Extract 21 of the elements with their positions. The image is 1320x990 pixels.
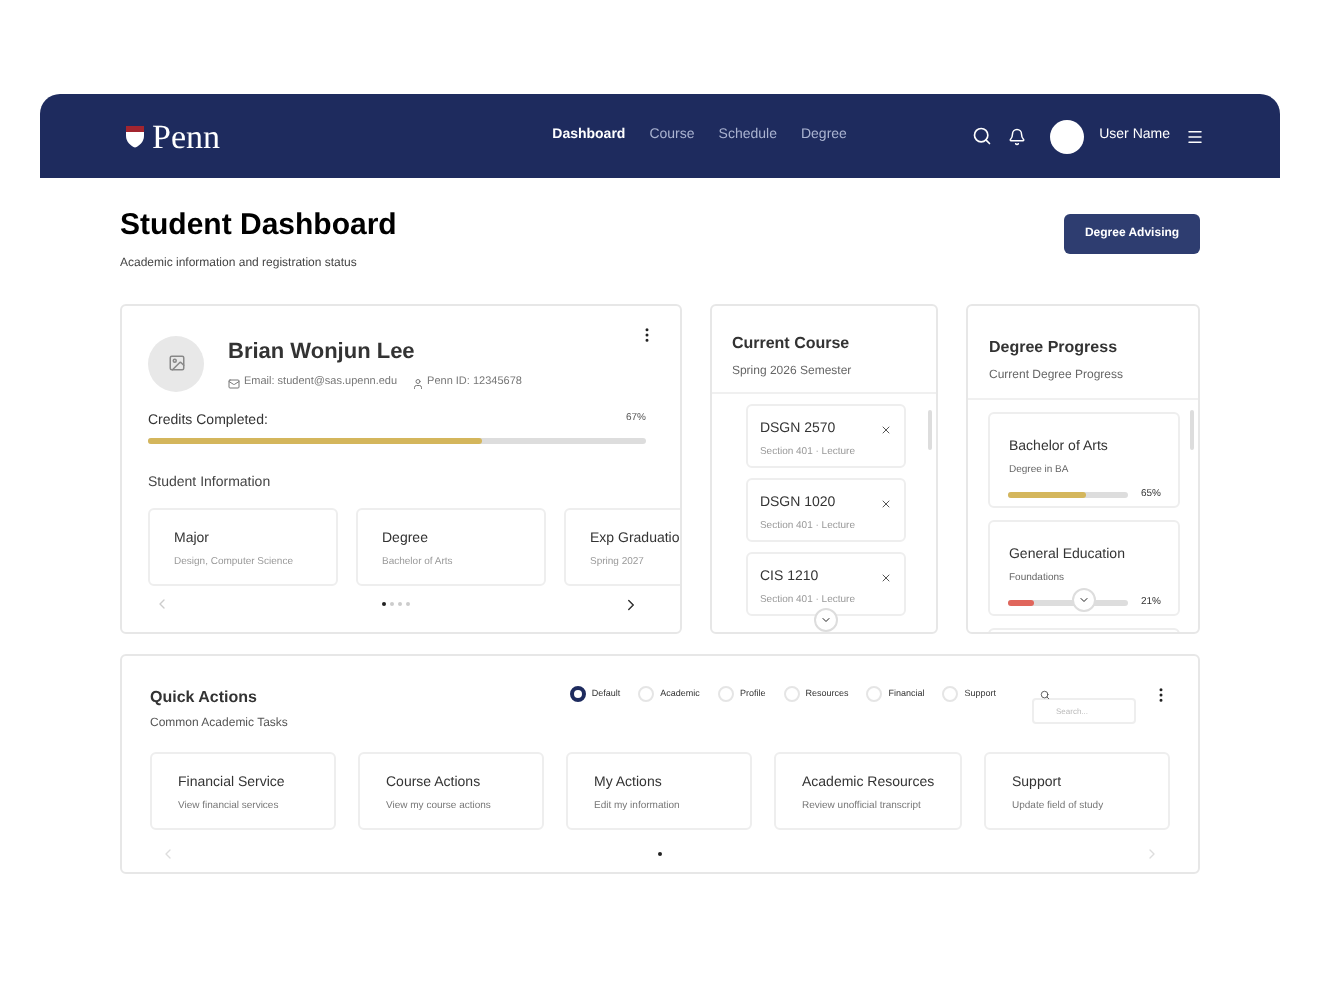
card-title: Current Course xyxy=(731,331,852,356)
chevron-down-icon xyxy=(1078,593,1091,606)
remove-icon[interactable] xyxy=(879,572,892,584)
image-icon xyxy=(167,354,185,373)
card-title: Quick Actions xyxy=(150,685,259,710)
page-title: Student Dashboard xyxy=(120,208,397,246)
shield-icon xyxy=(124,124,146,148)
logo[interactable]: Penn xyxy=(152,119,220,153)
card-title: Degree Progress xyxy=(988,335,1120,360)
remove-icon[interactable] xyxy=(879,498,892,510)
person-icon xyxy=(411,377,424,389)
student-name: Brian Wonjun Lee xyxy=(228,337,417,368)
search-icon[interactable] xyxy=(971,126,992,146)
bell-icon[interactable] xyxy=(1007,127,1026,145)
mail-icon xyxy=(228,377,240,389)
scrollbar[interactable] xyxy=(1190,409,1194,450)
remove-icon[interactable] xyxy=(879,424,892,436)
chevron-down-icon xyxy=(819,613,832,626)
menu-icon[interactable] xyxy=(1186,127,1204,145)
avatar[interactable] xyxy=(1049,119,1084,153)
search-icon xyxy=(1040,689,1050,700)
